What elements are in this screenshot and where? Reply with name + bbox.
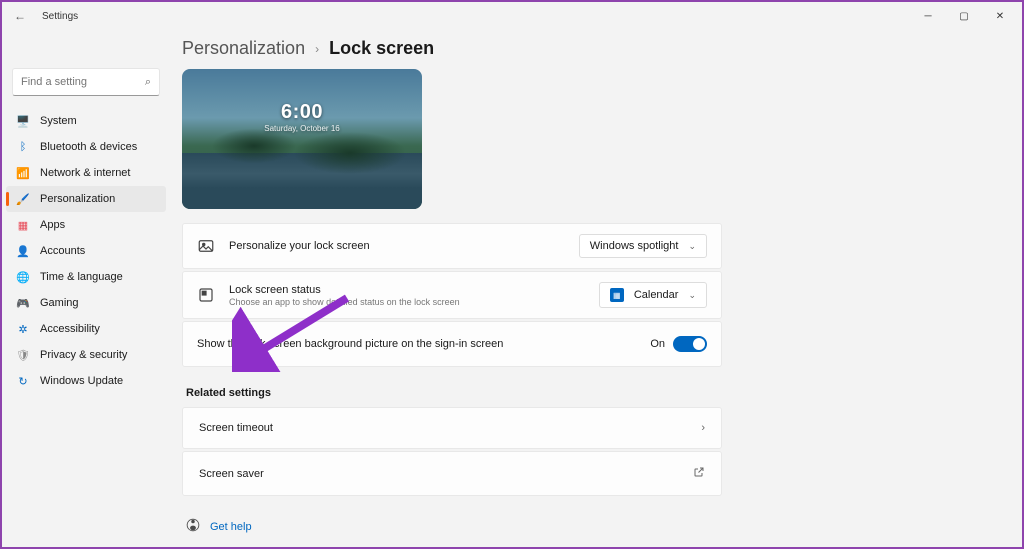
search-field[interactable]	[21, 76, 131, 88]
related-heading: Related settings	[186, 387, 722, 399]
get-help-link[interactable]: Get help	[210, 521, 252, 533]
personalize-title: Personalize your lock screen	[229, 240, 370, 252]
screen-saver-label: Screen saver	[199, 468, 264, 480]
screen-timeout-label: Screen timeout	[199, 422, 273, 434]
breadcrumb: Personalization › Lock screen	[182, 38, 722, 59]
chevron-down-icon: ⌄	[688, 241, 696, 252]
page-title: Lock screen	[329, 38, 434, 59]
nav-label: System	[40, 115, 77, 127]
close-button[interactable]: ✕	[982, 3, 1018, 29]
minimize-button[interactable]: ─	[910, 3, 946, 29]
sidebar-item-personalization[interactable]: 🖌️ Personalization	[6, 186, 166, 212]
status-dropdown[interactable]: ▦ Calendar ⌄	[599, 282, 707, 308]
nav-label: Accounts	[40, 245, 85, 257]
chevron-right-icon: ›	[315, 42, 319, 56]
maximize-button[interactable]: ▢	[946, 3, 982, 29]
personalize-dropdown[interactable]: Windows spotlight ⌄	[579, 234, 707, 258]
image-icon	[197, 237, 215, 255]
nav-icon: 🖌️	[16, 192, 30, 206]
nav-icon: ▦	[16, 218, 30, 232]
preview-time: 6:00	[182, 101, 422, 124]
nav-label: Privacy & security	[40, 349, 127, 361]
nav-label: Time & language	[40, 271, 123, 283]
sidebar-item-system[interactable]: 🖥️ System	[6, 108, 166, 134]
nav-list: 🖥️ System ᛒ Bluetooth & devices 📶 Network & i…	[6, 108, 166, 394]
main-content: Personalization › Lock screen 6:00 Satur…	[170, 30, 1022, 547]
nav-label: Personalization	[40, 193, 115, 205]
status-title: Lock screen status	[229, 284, 460, 296]
nav-icon: 🎮	[16, 296, 30, 310]
nav-icon: 🌐	[16, 270, 30, 284]
nav-icon: 🛡	[16, 348, 30, 362]
preview-date: Saturday, October 16	[182, 124, 422, 133]
calendar-icon: ▦	[610, 288, 624, 302]
status-value: Calendar	[634, 289, 679, 301]
sidebar-item-accounts[interactable]: 👤 Accounts	[6, 238, 166, 264]
titlebar: ← Settings ─ ▢ ✕	[2, 2, 1022, 30]
sidebar-item-apps[interactable]: ▦ Apps	[6, 212, 166, 238]
signin-background-row: Show the lock screen background picture …	[182, 321, 722, 367]
sidebar-item-gaming[interactable]: 🎮 Gaming	[6, 290, 166, 316]
toggle-label: On	[650, 338, 665, 350]
nav-icon: 👤	[16, 244, 30, 258]
nav-label: Network & internet	[40, 167, 130, 179]
nav-icon: ↻	[16, 374, 30, 388]
sidebar-item-bluetooth-devices[interactable]: ᛒ Bluetooth & devices	[6, 134, 166, 160]
status-sub: Choose an app to show detailed status on…	[229, 297, 460, 307]
screen-timeout-row[interactable]: Screen timeout ›	[182, 407, 722, 449]
breadcrumb-parent[interactable]: Personalization	[182, 38, 305, 59]
nav-label: Accessibility	[40, 323, 100, 335]
nav-label: Bluetooth & devices	[40, 141, 137, 153]
sidebar-item-time-language[interactable]: 🌐 Time & language	[6, 264, 166, 290]
search-icon: ⌕	[145, 76, 151, 89]
widget-icon	[197, 286, 215, 304]
sidebar-item-network-internet[interactable]: 📶 Network & internet	[6, 160, 166, 186]
signin-toggle[interactable]	[673, 336, 707, 352]
nav-label: Gaming	[40, 297, 79, 309]
personalize-value: Windows spotlight	[590, 240, 679, 252]
nav-label: Apps	[40, 219, 65, 231]
chevron-right-icon: ›	[701, 422, 705, 434]
help-icon	[186, 518, 200, 535]
window-title: Settings	[42, 11, 78, 22]
lock-screen-status-row[interactable]: Lock screen status Choose an app to show…	[182, 271, 722, 319]
lock-screen-preview[interactable]: 6:00 Saturday, October 16	[182, 69, 422, 209]
back-button[interactable]: ←	[10, 5, 30, 27]
search-input[interactable]: ⌕	[12, 68, 160, 96]
nav-icon: ᛒ	[16, 140, 30, 154]
nav-icon: 📶	[16, 166, 30, 180]
sidebar-item-privacy-security[interactable]: 🛡 Privacy & security	[6, 342, 166, 368]
nav-icon: ✲	[16, 322, 30, 336]
chevron-down-icon: ⌄	[688, 290, 696, 301]
signin-title: Show the lock screen background picture …	[197, 338, 503, 350]
nav-icon: 🖥️	[16, 114, 30, 128]
personalize-lock-screen-row[interactable]: Personalize your lock screen Windows spo…	[182, 223, 722, 269]
screen-saver-row[interactable]: Screen saver	[182, 451, 722, 496]
sidebar-item-windows-update[interactable]: ↻ Windows Update	[6, 368, 166, 394]
nav-label: Windows Update	[40, 375, 123, 387]
sidebar-item-accessibility[interactable]: ✲ Accessibility	[6, 316, 166, 342]
sidebar: ⌕ 🖥️ System ᛒ Bluetooth & devices 📶 Network &…	[2, 30, 170, 547]
help-row: Get help	[182, 518, 722, 535]
external-link-icon	[693, 466, 705, 481]
